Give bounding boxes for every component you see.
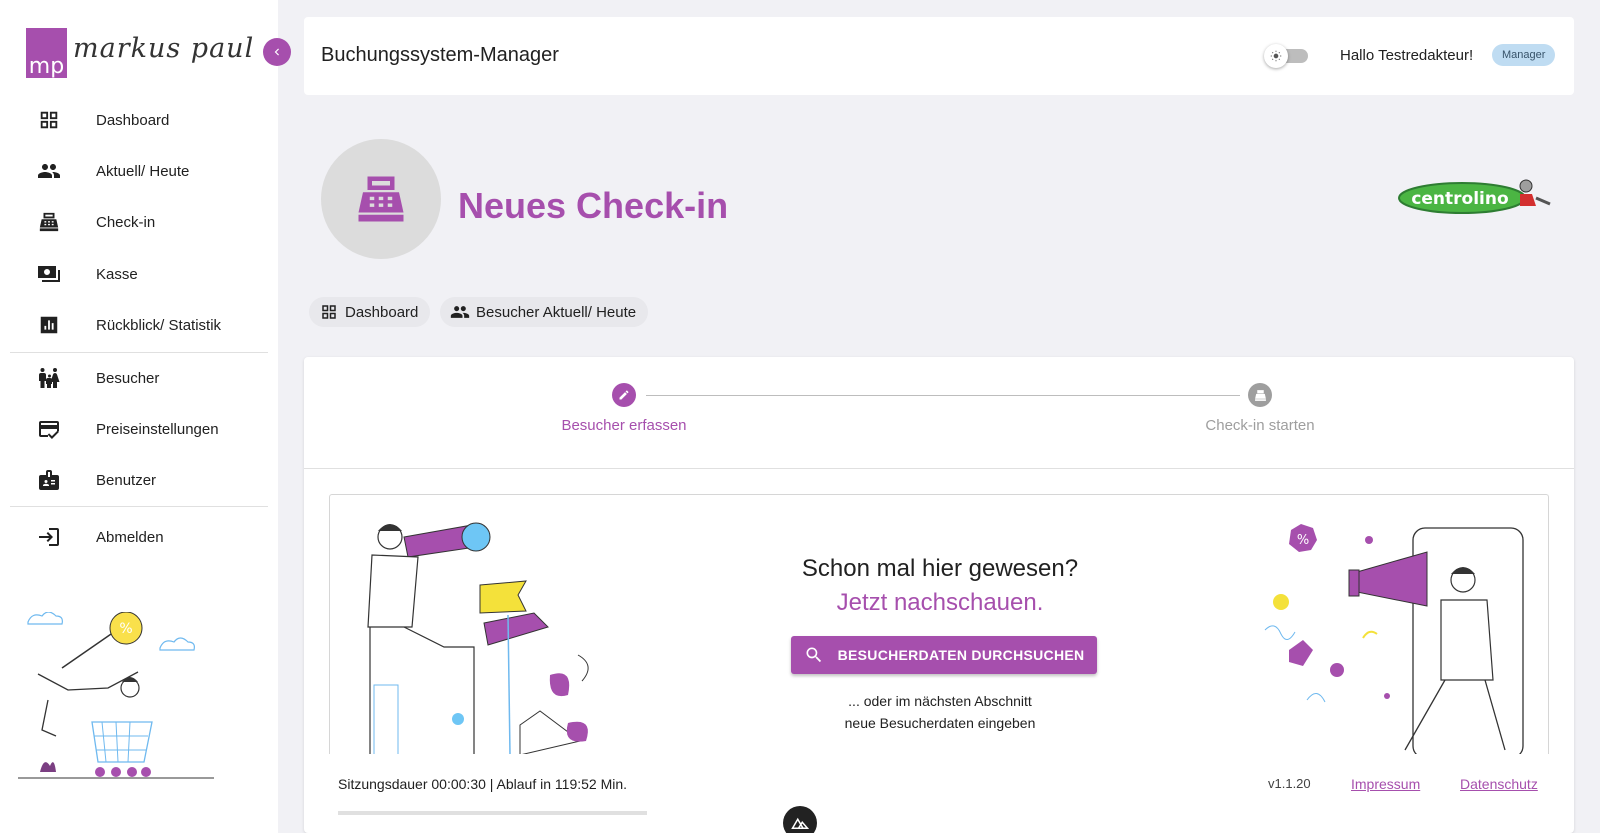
sidebar-item-label: Dashboard bbox=[96, 111, 170, 129]
sidebar-item-preiseinstellungen[interactable]: Preiseinstellungen bbox=[0, 407, 278, 451]
search-button-label: BESUCHERDATEN DURCHSUCHEN bbox=[837, 647, 1085, 663]
page-icon-avatar bbox=[321, 139, 441, 259]
centrolino-logo: centrolino bbox=[1398, 179, 1551, 214]
role-badge: Manager bbox=[1492, 44, 1556, 66]
step-2-dot[interactable] bbox=[1248, 383, 1272, 407]
search-panel: Schon mal hier gewesen? Jetzt nachschaue… bbox=[329, 494, 1549, 754]
family-icon bbox=[37, 366, 61, 390]
sidebar-item-besucher[interactable]: Besucher bbox=[0, 356, 278, 400]
sidebar-item-checkin[interactable]: Check-in bbox=[0, 200, 278, 244]
sidebar-item-label: Besucher bbox=[96, 369, 160, 387]
logo-name: markus paul bbox=[73, 33, 255, 64]
chip-besucher-aktuell[interactable]: Besucher Aktuell/ Heute bbox=[440, 297, 649, 327]
sidebar-item-label: Rückblick/ Statistik bbox=[96, 316, 222, 334]
people-icon bbox=[37, 159, 61, 183]
search-icon bbox=[804, 645, 824, 665]
session-timer: Sitzungsdauer 00:00:30 | Ablauf in 119:5… bbox=[338, 776, 628, 792]
step-1-dot[interactable] bbox=[612, 383, 636, 407]
sidebar-divider bbox=[10, 352, 268, 353]
search-visitors-button[interactable]: BESUCHERDATEN DURCHSUCHEN bbox=[791, 636, 1097, 674]
cash-register-icon bbox=[37, 210, 61, 234]
dashboard-icon bbox=[319, 302, 339, 322]
app-version: v1.1.20 bbox=[1268, 776, 1311, 791]
sidebar-item-label: Abmelden bbox=[96, 528, 164, 546]
megaphone-illustration: % bbox=[1264, 524, 1524, 754]
sidebar-item-label: Kasse bbox=[96, 265, 138, 283]
sidebar-item-abmelden[interactable]: Abmelden bbox=[0, 515, 278, 559]
svg-text:%: % bbox=[119, 621, 132, 637]
brand-logo[interactable]: mp markus paul bbox=[26, 28, 254, 78]
nuxt-logo-icon bbox=[791, 817, 809, 829]
card-check-icon bbox=[37, 417, 61, 441]
page-title: Neues Check-in bbox=[458, 185, 729, 226]
top-bar: Buchungssystem-Manager Hallo Testredakte… bbox=[304, 17, 1574, 95]
toggle-knob bbox=[1264, 44, 1288, 68]
chevron-left-icon bbox=[274, 48, 279, 56]
app-title: Buchungssystem-Manager bbox=[321, 44, 559, 66]
money-icon bbox=[37, 262, 61, 286]
dashboard-icon bbox=[37, 108, 61, 132]
svg-text:%: % bbox=[1297, 533, 1309, 548]
sidebar-divider bbox=[10, 506, 268, 507]
people-icon bbox=[450, 302, 470, 322]
sidebar-item-label: Check-in bbox=[96, 213, 156, 231]
shopping-illustration: % bbox=[18, 612, 214, 779]
collapse-sidebar-button[interactable] bbox=[263, 38, 291, 66]
sidebar-item-benutzer[interactable]: Benutzer bbox=[0, 458, 278, 502]
sidebar-item-dashboard[interactable]: Dashboard bbox=[0, 98, 278, 142]
chip-label: Besucher Aktuell/ Heute bbox=[476, 303, 637, 321]
badge-icon bbox=[37, 468, 61, 492]
devtools-button[interactable] bbox=[783, 806, 817, 833]
datenschutz-link[interactable]: Datenschutz bbox=[1460, 776, 1538, 792]
sidebar-item-rueckblick[interactable]: Rückblick/ Statistik bbox=[0, 303, 278, 347]
sidebar-item-label: Benutzer bbox=[96, 471, 157, 489]
user-greeting: Hallo Testredakteur! bbox=[1340, 47, 1474, 64]
sidebar: mp markus paul Dashboard Aktuell/ Heute … bbox=[0, 0, 278, 833]
sun-icon bbox=[1270, 50, 1282, 62]
theme-toggle[interactable] bbox=[1264, 44, 1308, 68]
pencil-icon bbox=[619, 390, 629, 400]
step-1-label[interactable]: Besucher erfassen bbox=[524, 417, 724, 434]
cash-register-icon bbox=[1254, 389, 1266, 401]
checkin-card: Besucher erfassen Check-in starten Schon… bbox=[304, 357, 1574, 833]
session-progress-bar bbox=[338, 811, 647, 815]
sidebar-item-label: Preiseinstellungen bbox=[96, 420, 219, 438]
stepper: Besucher erfassen Check-in starten bbox=[304, 357, 1574, 469]
logo-text: centrolino bbox=[1411, 189, 1508, 209]
impressum-link[interactable]: Impressum bbox=[1351, 776, 1420, 792]
sidebar-item-aktuell[interactable]: Aktuell/ Heute bbox=[0, 149, 278, 193]
cash-register-icon bbox=[358, 176, 404, 222]
sidebar-item-kasse[interactable]: Kasse bbox=[0, 252, 278, 296]
logo-initials: mp bbox=[26, 28, 67, 78]
chip-label: Dashboard bbox=[345, 303, 419, 321]
chip-dashboard[interactable]: Dashboard bbox=[309, 297, 431, 327]
step-2-label[interactable]: Check-in starten bbox=[1160, 417, 1360, 434]
sidebar-item-label: Aktuell/ Heute bbox=[96, 162, 190, 180]
logout-icon bbox=[37, 525, 61, 549]
bar-chart-icon bbox=[37, 313, 61, 337]
step-connector bbox=[646, 395, 1240, 396]
